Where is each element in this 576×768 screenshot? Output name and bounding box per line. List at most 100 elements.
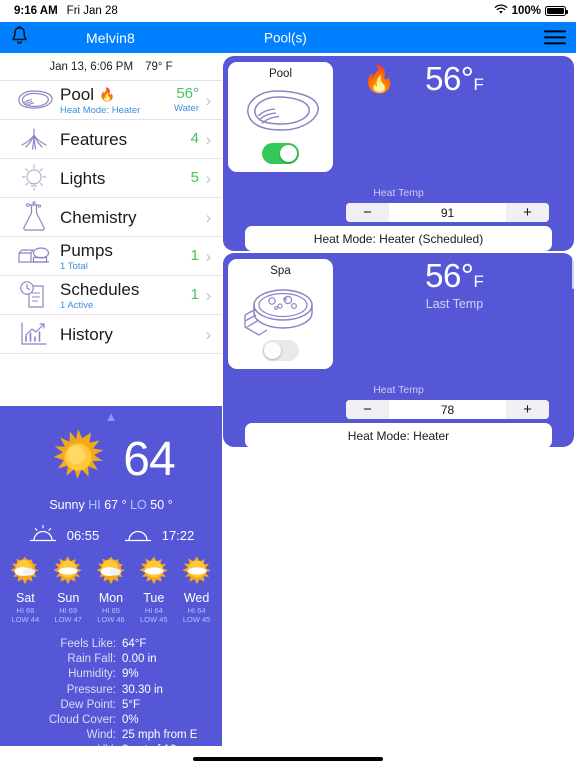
forecast-hi: HI 64	[144, 606, 163, 615]
sidebar-item-features-value: 4	[191, 131, 199, 147]
spa-heat-temp-increment[interactable]: +	[506, 400, 549, 419]
sidebar-item-pool-labels: Pool 🔥 Heat Mode: Heater	[60, 85, 174, 116]
pool-heat-temp-decrement[interactable]: −	[346, 203, 389, 222]
home-indicator[interactable]	[193, 756, 383, 761]
pool-heat-mode-button[interactable]: Heat Mode: Heater (Scheduled)	[245, 226, 552, 251]
sidebar-item-pool-value: 56° Water	[174, 86, 199, 115]
pool-shape-icon	[240, 80, 322, 143]
sidebar: Jan 13, 6:06 PM 79° F Pool 🔥 Heat Mode: …	[0, 53, 222, 768]
spa-tile[interactable]: Spa	[228, 259, 333, 369]
weather-panel: ▲ 64 Sunny HI 67 ° LO 50 ° 06:55 17:22 S…	[0, 406, 222, 768]
sidebar-item-schedules-labels: Schedules 1 Active	[60, 280, 191, 311]
weather-detail-row: Rain Fall: 0.00 in	[0, 652, 222, 667]
detail-scrollbar[interactable]	[571, 251, 575, 289]
spa-heat-temp-label: Heat Temp	[373, 384, 424, 396]
sun-cloud-icon	[51, 556, 85, 589]
weather-detail-label: Cloud Cover:	[48, 714, 116, 727]
forecast-day-name: Sun	[57, 591, 80, 605]
forecast-day: Sun HI 69 LOW 47	[47, 555, 89, 624]
weather-detail-row: Wind: 25 mph from E	[0, 728, 222, 743]
flame-icon: 🔥	[363, 64, 396, 94]
spa-icon	[241, 277, 321, 340]
weather-detail-row: Feels Like: 64°F	[0, 637, 222, 652]
sun-times-row: 06:55 17:22	[0, 524, 222, 546]
sidebar-item-label: Pool	[60, 84, 95, 104]
weather-hi-label: HI	[88, 498, 101, 512]
pool-temperature-value: 56°	[425, 60, 474, 97]
nav-page-title: Pool(s)	[264, 30, 307, 45]
lightbulb-icon	[10, 162, 58, 194]
weather-hi-value: 67 °	[104, 498, 127, 512]
main-content: Jan 13, 6:06 PM 79° F Pool 🔥 Heat Mode: …	[0, 53, 576, 768]
sidebar-item-features[interactable]: Features 4 ›	[0, 120, 222, 159]
forecast-hi: HI 68	[16, 606, 35, 615]
chevron-right-icon: ›	[205, 129, 212, 149]
sun-icon	[47, 427, 109, 494]
detail-panel: Pool 🔥 56° F Heat Temp − 91 + Heat Mode:…	[222, 53, 576, 768]
weather-details: Feels Like: 64°F Rain Fall: 0.00 in Humi…	[0, 637, 222, 759]
nav-bar: Melvin8 Pool(s)	[0, 22, 576, 53]
sidebar-item-history-labels: History	[60, 325, 199, 344]
weather-detail-label: Pressure:	[66, 683, 116, 696]
sidebar-item-chemistry-labels: Chemistry	[60, 208, 199, 227]
sidebar-item-lights-labels: Lights	[60, 169, 191, 188]
pool-tile-name: Pool	[268, 68, 293, 80]
sunrise-cell: 06:55	[28, 524, 100, 546]
spa-tile-name: Spa	[270, 265, 291, 277]
spa-temperature-value: 56°	[425, 257, 474, 294]
sidebar-item-lights[interactable]: Lights 5 ›	[0, 159, 222, 198]
sun-cloud-icon	[180, 556, 214, 589]
pool-tile[interactable]: Pool	[228, 62, 333, 172]
weather-lo-label: LO	[130, 498, 147, 512]
spa-heat-temp-decrement[interactable]: −	[346, 400, 389, 419]
spa-heat-temp-stepper[interactable]: − 78 +	[346, 400, 549, 419]
hamburger-menu-icon[interactable]	[544, 27, 566, 48]
sidebar-item-label: History	[60, 324, 113, 344]
spa-power-toggle[interactable]	[262, 340, 299, 361]
sidebar-item-features-labels: Features	[60, 130, 191, 149]
battery-full-icon	[545, 6, 568, 16]
sidebar-item-schedules[interactable]: Schedules 1 Active 1 ›	[0, 276, 222, 315]
chart-history-icon	[10, 320, 58, 348]
weather-detail-value: 5°F	[122, 698, 141, 711]
status-bar-right: 100%	[494, 4, 568, 18]
forecast-day: Tue HI 64 LOW 45	[133, 555, 175, 624]
chevron-right-icon: ›	[205, 324, 212, 344]
sidebar-item-value: 4	[190, 130, 199, 147]
sunrise-time: 06:55	[66, 527, 100, 543]
spa-heat-temp-value: 78	[389, 400, 506, 419]
sunrise-icon	[28, 524, 58, 546]
weather-detail-value: 25 mph from E	[122, 729, 198, 742]
forecast-hi: HI 69	[59, 606, 78, 615]
weather-temperature: 64	[123, 433, 175, 486]
forecast-low: LOW 44	[11, 615, 40, 624]
forecast-low: LOW 45	[182, 615, 211, 624]
chevron-right-icon: ›	[205, 246, 212, 266]
pool-heat-temp-increment[interactable]: +	[506, 203, 549, 222]
forecast-day: Wed HI 64 LOW 45	[176, 555, 218, 624]
pool-power-toggle[interactable]	[262, 143, 299, 164]
sidebar-air-temp: 79° F	[145, 60, 173, 73]
spa-heat-mode-button[interactable]: Heat Mode: Heater	[245, 423, 552, 448]
forecast-day: Sat HI 68 LOW 44	[4, 555, 46, 624]
forecast-day-name: Wed	[183, 591, 210, 605]
sidebar-item-pool[interactable]: Pool 🔥 Heat Mode: Heater 56° Water ›	[0, 81, 222, 120]
sidebar-item-pumps[interactable]: Pumps 1 Total 1 ›	[0, 237, 222, 276]
sidebar-item-sublabel: Heat Mode: Heater	[60, 104, 141, 116]
forecast-hi: HI 65	[102, 606, 120, 615]
chevron-up-icon[interactable]: ▲	[0, 410, 222, 425]
weather-detail-label: Humidity:	[68, 668, 116, 681]
forecast-row: Sat HI 68 LOW 44 Sun HI 69 LOW 47 Mon HI…	[0, 555, 222, 624]
sunset-time: 17:22	[161, 527, 195, 543]
status-bar-time: 9:16 AM	[14, 5, 58, 17]
forecast-low: LOW 46	[97, 615, 125, 624]
weather-detail-row: Cloud Cover: 0%	[0, 713, 222, 728]
sidebar-item-chemistry[interactable]: Chemistry ›	[0, 198, 222, 237]
battery-percent: 100%	[511, 5, 541, 17]
schedule-clock-icon	[10, 280, 58, 310]
sidebar-item-value: 1	[190, 247, 199, 264]
sidebar-item-history[interactable]: History ›	[0, 315, 222, 354]
nav-system-name[interactable]: Melvin8	[86, 30, 135, 46]
pool-heat-temp-stepper[interactable]: − 91 +	[346, 203, 549, 222]
bell-icon[interactable]	[10, 25, 29, 50]
